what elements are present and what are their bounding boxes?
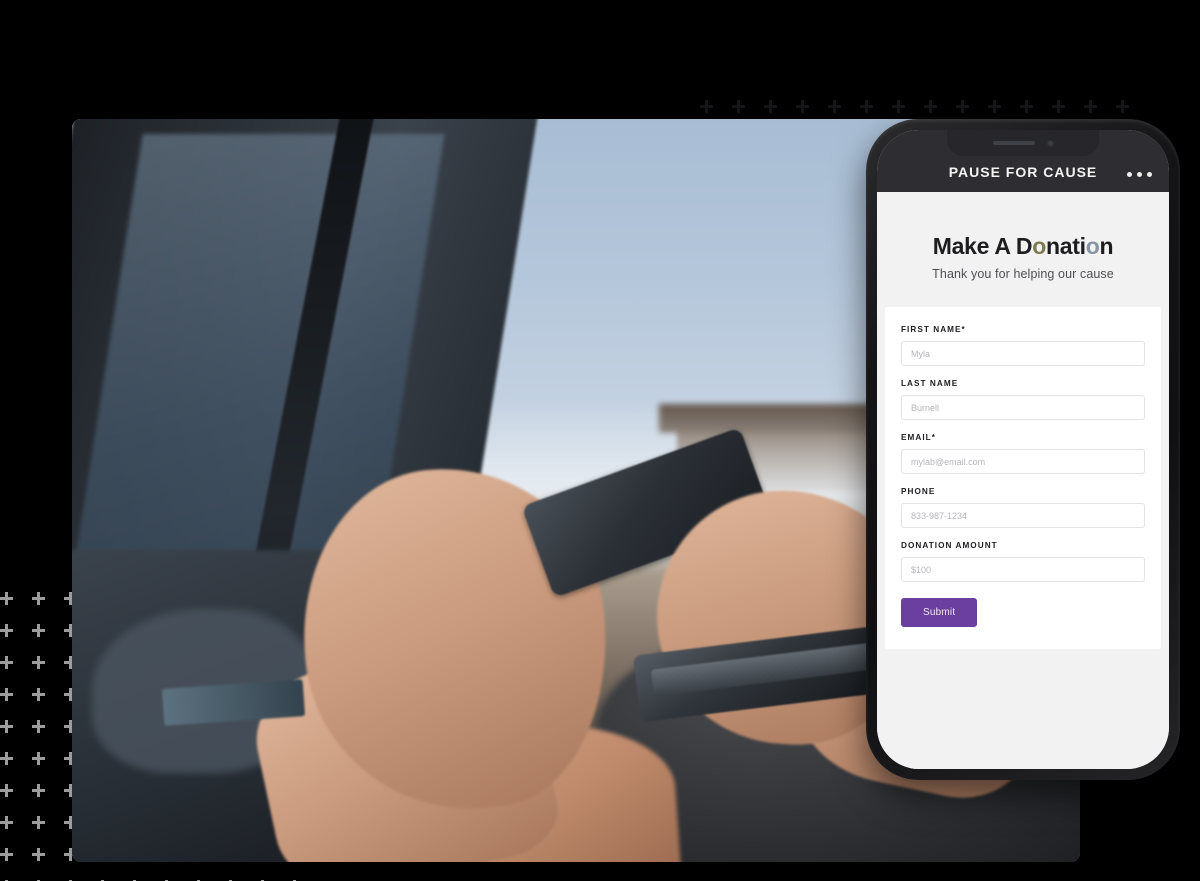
plus-mark — [32, 688, 45, 701]
plus-mark — [892, 100, 905, 113]
plus-mark — [988, 100, 1001, 113]
front-camera-icon — [1046, 139, 1054, 147]
plus-mark — [0, 624, 13, 637]
field-last-name: LAST NAME — [901, 379, 1145, 421]
plus-mark — [732, 100, 745, 113]
donation-amount-input[interactable] — [901, 557, 1145, 583]
donation-hero: Make A Donation Thank you for helping ou… — [877, 192, 1169, 308]
plus-mark — [924, 100, 937, 113]
label-donation-amount: DONATION AMOUNT — [901, 541, 998, 551]
app-title: PAUSE FOR CAUSE — [948, 164, 1098, 180]
device-screen: PAUSE FOR CAUSE Make A Donation Thank yo… — [877, 130, 1169, 769]
plus-mark — [1020, 100, 1033, 113]
plus-mark — [0, 656, 13, 669]
device-notch — [947, 130, 1099, 156]
plus-mark — [1052, 100, 1065, 113]
plus-mark — [0, 784, 13, 797]
plus-mark — [796, 100, 809, 113]
phone-input[interactable] — [901, 503, 1145, 529]
kebab-dot-1 — [1127, 172, 1132, 177]
page-root: PAUSE FOR CAUSE Make A Donation Thank yo… — [0, 0, 1200, 881]
plus-mark — [0, 688, 13, 701]
donation-form: FIRST NAME* LAST NAME EMAIL* PHONE — [885, 307, 1161, 650]
label-email: EMAIL* — [901, 433, 936, 443]
plus-mark — [764, 100, 777, 113]
plus-mark — [0, 720, 13, 733]
page-title: Make A Donation — [893, 233, 1153, 259]
app-content: Make A Donation Thank you for helping ou… — [877, 192, 1169, 769]
plus-mark — [32, 592, 45, 605]
plus-mark — [32, 848, 45, 861]
first-name-input[interactable] — [901, 341, 1145, 367]
plus-mark — [860, 100, 873, 113]
plus-mark — [0, 848, 13, 861]
page-subtitle: Thank you for helping our cause — [932, 267, 1114, 282]
page-title-dot-blue: o — [1085, 233, 1100, 259]
field-email: EMAIL* — [901, 433, 1145, 475]
plus-mark — [32, 656, 45, 669]
field-first-name: FIRST NAME* — [901, 325, 1145, 367]
plus-mark — [1116, 100, 1129, 113]
email-input[interactable] — [901, 449, 1145, 475]
plus-mark — [956, 100, 969, 113]
plus-mark — [828, 100, 841, 113]
plus-mark — [32, 752, 45, 765]
page-title-part-2: nati — [1045, 233, 1086, 259]
smartphone-mockup: PAUSE FOR CAUSE Make A Donation Thank yo… — [866, 119, 1180, 780]
plus-mark — [0, 592, 13, 605]
page-title-part-3: n — [1099, 233, 1114, 259]
plus-mark — [32, 624, 45, 637]
plus-mark — [32, 816, 45, 829]
field-phone: PHONE — [901, 487, 1145, 529]
plus-mark — [32, 720, 45, 733]
label-last-name: LAST NAME — [901, 379, 959, 389]
kebab-dot-2 — [1137, 172, 1142, 177]
page-title-part-1: Make A D — [932, 233, 1033, 259]
plus-mark — [1084, 100, 1097, 113]
submit-button[interactable]: Submit — [901, 598, 978, 628]
plus-mark — [0, 752, 13, 765]
plus-mark — [32, 784, 45, 797]
label-phone: PHONE — [901, 487, 936, 497]
field-donation-amount: DONATION AMOUNT — [901, 541, 1145, 583]
label-first-name: FIRST NAME* — [901, 325, 966, 335]
plus-mark — [700, 100, 713, 113]
kebab-dot-3 — [1147, 172, 1152, 177]
earpiece-speaker-icon — [992, 141, 1035, 145]
plus-mark — [0, 816, 13, 829]
last-name-input[interactable] — [901, 395, 1145, 421]
kebab-menu-icon[interactable] — [1127, 172, 1152, 177]
page-title-dot-olive: o — [1032, 233, 1046, 259]
